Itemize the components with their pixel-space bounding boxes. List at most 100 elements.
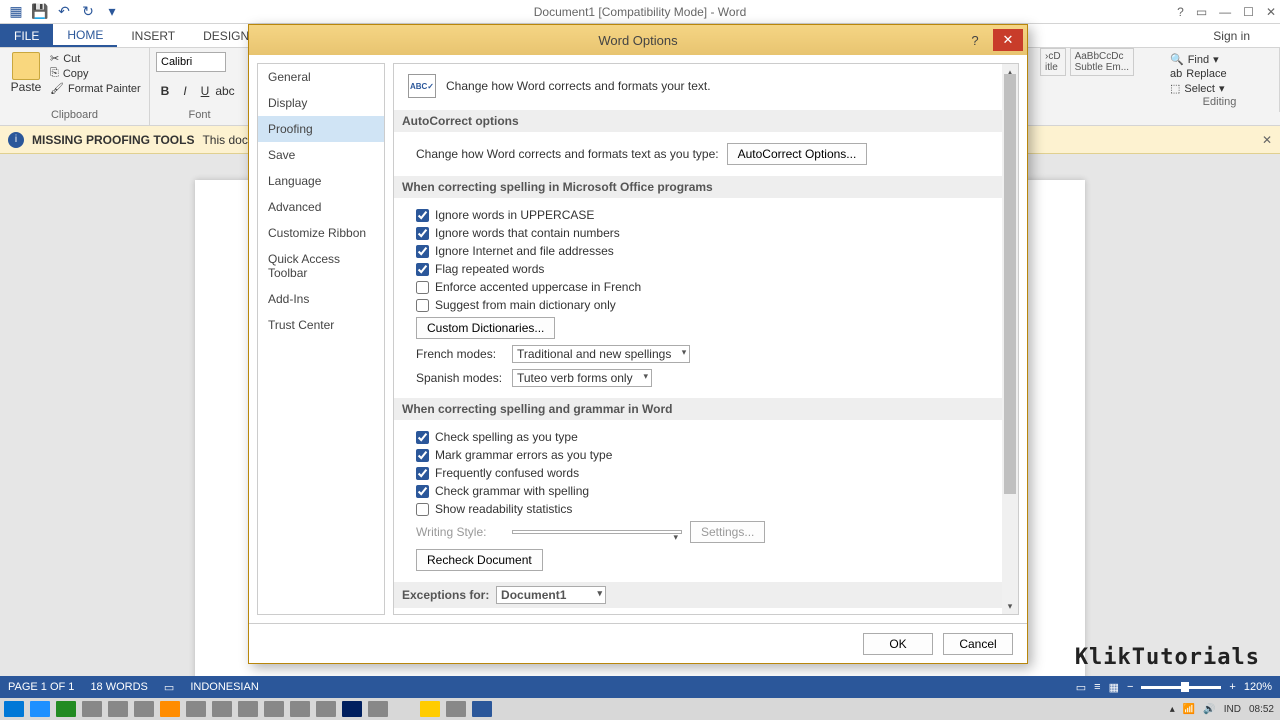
underline-button[interactable]: U (196, 82, 214, 100)
task-icon[interactable] (108, 701, 128, 717)
style-item[interactable]: ›cDitle (1040, 48, 1066, 76)
cut-button[interactable]: ✂Cut (50, 52, 141, 65)
cb-ignore-urls[interactable] (416, 245, 429, 258)
undo-icon[interactable]: ↶ (56, 4, 72, 20)
customize-icon[interactable]: ▾ (104, 4, 120, 20)
italic-button[interactable]: I (176, 82, 194, 100)
dialog-title-bar: Word Options ? ✕ (249, 25, 1027, 55)
signin-link[interactable]: Sign in (1213, 29, 1250, 43)
cb-main-dictionary[interactable] (416, 299, 429, 312)
cb-enforce-french[interactable] (416, 281, 429, 294)
nav-display[interactable]: Display (258, 90, 384, 116)
page-status[interactable]: PAGE 1 OF 1 (8, 681, 74, 693)
word-task-icon[interactable] (472, 701, 492, 717)
strike-button[interactable]: abc (216, 82, 234, 100)
word-count[interactable]: 18 WORDS (90, 681, 147, 693)
find-button[interactable]: 🔍Find ▾ (1166, 52, 1273, 67)
ie-icon[interactable] (30, 701, 50, 717)
cb-grammar-spelling[interactable] (416, 485, 429, 498)
nav-language[interactable]: Language (258, 168, 384, 194)
dialog-close-button[interactable]: ✕ (993, 29, 1023, 51)
ribbon-options-icon[interactable]: ▭ (1196, 5, 1207, 19)
save-icon[interactable]: 💾 (32, 4, 48, 20)
nav-trust-center[interactable]: Trust Center (258, 312, 384, 338)
zoom-in-button[interactable]: + (1229, 681, 1235, 693)
dialog-help-button[interactable]: ? (961, 29, 989, 51)
replace-button[interactable]: abReplace (1166, 67, 1273, 81)
help-icon[interactable]: ? (1177, 5, 1184, 19)
network-icon[interactable]: 📶 (1183, 704, 1195, 715)
scroll-thumb[interactable] (1004, 74, 1016, 494)
task-icon[interactable] (238, 701, 258, 717)
task-icon[interactable] (212, 701, 232, 717)
tab-insert[interactable]: INSERT (117, 24, 189, 47)
close-icon[interactable]: ✕ (1266, 5, 1276, 19)
dialog-footer: OK Cancel (249, 623, 1027, 663)
proofing-icon[interactable]: ▭ (164, 681, 174, 694)
cb-mark-grammar[interactable] (416, 449, 429, 462)
task-icon[interactable] (290, 701, 310, 717)
bold-button[interactable]: B (156, 82, 174, 100)
volume-icon[interactable]: 🔊 (1203, 704, 1215, 715)
tray-icon[interactable]: ▴ (1170, 704, 1175, 715)
cb-confused-words[interactable] (416, 467, 429, 480)
french-modes-dropdown[interactable]: Traditional and new spellings (512, 345, 690, 363)
exceptions-dropdown[interactable]: Document1 (496, 586, 606, 604)
task-icon[interactable] (446, 701, 466, 717)
language-status[interactable]: INDONESIAN (190, 681, 258, 693)
nav-advanced[interactable]: Advanced (258, 194, 384, 220)
task-icon[interactable] (316, 701, 336, 717)
scroll-down-icon[interactable]: ▾ (1002, 598, 1018, 614)
zoom-slider[interactable] (1141, 686, 1221, 689)
paste-icon (12, 52, 40, 80)
zoom-level[interactable]: 120% (1244, 681, 1272, 693)
cb-check-spelling[interactable] (416, 431, 429, 444)
custom-dictionaries-button[interactable]: Custom Dictionaries... (416, 317, 555, 339)
task-icon[interactable] (160, 701, 180, 717)
tab-file[interactable]: FILE (0, 24, 53, 47)
cb-ignore-uppercase[interactable] (416, 209, 429, 222)
spanish-modes-dropdown[interactable]: Tuteo verb forms only (512, 369, 652, 387)
taskbar-lang[interactable]: IND (1224, 704, 1241, 715)
style-item[interactable]: AaBbCcDcSubtle Em... (1070, 48, 1134, 76)
redo-icon[interactable]: ↻ (80, 4, 96, 20)
autocorrect-options-button[interactable]: AutoCorrect Options... (727, 143, 868, 165)
task-icon[interactable] (264, 701, 284, 717)
nav-customize-ribbon[interactable]: Customize Ribbon (258, 220, 384, 246)
cb-readability[interactable] (416, 503, 429, 516)
task-icon[interactable] (82, 701, 102, 717)
tab-home[interactable]: HOME (53, 24, 117, 47)
chrome-icon[interactable] (420, 701, 440, 717)
cancel-button[interactable]: Cancel (943, 633, 1013, 655)
message-close-button[interactable]: ✕ (1262, 133, 1272, 147)
ps-icon[interactable] (342, 701, 362, 717)
copy-button[interactable]: ⎘Copy (50, 67, 141, 80)
explorer-icon[interactable] (56, 701, 76, 717)
task-icon[interactable] (186, 701, 206, 717)
font-name-input[interactable] (156, 52, 226, 72)
read-mode-icon[interactable]: ▭ (1076, 681, 1086, 694)
paste-button[interactable]: Paste (6, 52, 46, 95)
select-button[interactable]: ⬚Select ▾ (1166, 81, 1273, 96)
nav-proofing[interactable]: Proofing (258, 116, 384, 142)
dialog-scrollbar[interactable]: ▴ ▾ (1002, 64, 1018, 614)
ok-button[interactable]: OK (863, 633, 933, 655)
cb-flag-repeated[interactable] (416, 263, 429, 276)
nav-qat[interactable]: Quick Access Toolbar (258, 246, 384, 286)
taskbar-time[interactable]: 08:52 (1249, 704, 1274, 715)
nav-general[interactable]: General (258, 64, 384, 90)
task-icon[interactable] (134, 701, 154, 717)
start-button[interactable] (4, 701, 24, 717)
recheck-document-button[interactable]: Recheck Document (416, 549, 543, 571)
nav-addins[interactable]: Add-Ins (258, 286, 384, 312)
print-layout-icon[interactable]: ≡ (1094, 681, 1100, 693)
maximize-icon[interactable]: ☐ (1243, 5, 1254, 19)
zoom-out-button[interactable]: − (1127, 681, 1133, 693)
task-icon[interactable] (368, 701, 388, 717)
styles-group: ›cDitle AaBbCcDcSubtle Em... (1040, 48, 1150, 76)
nav-save[interactable]: Save (258, 142, 384, 168)
minimize-icon[interactable]: — (1219, 5, 1231, 19)
web-layout-icon[interactable]: ▦ (1109, 681, 1119, 694)
cb-ignore-numbers[interactable] (416, 227, 429, 240)
format-painter-button[interactable]: 🖌Format Painter (50, 82, 141, 95)
